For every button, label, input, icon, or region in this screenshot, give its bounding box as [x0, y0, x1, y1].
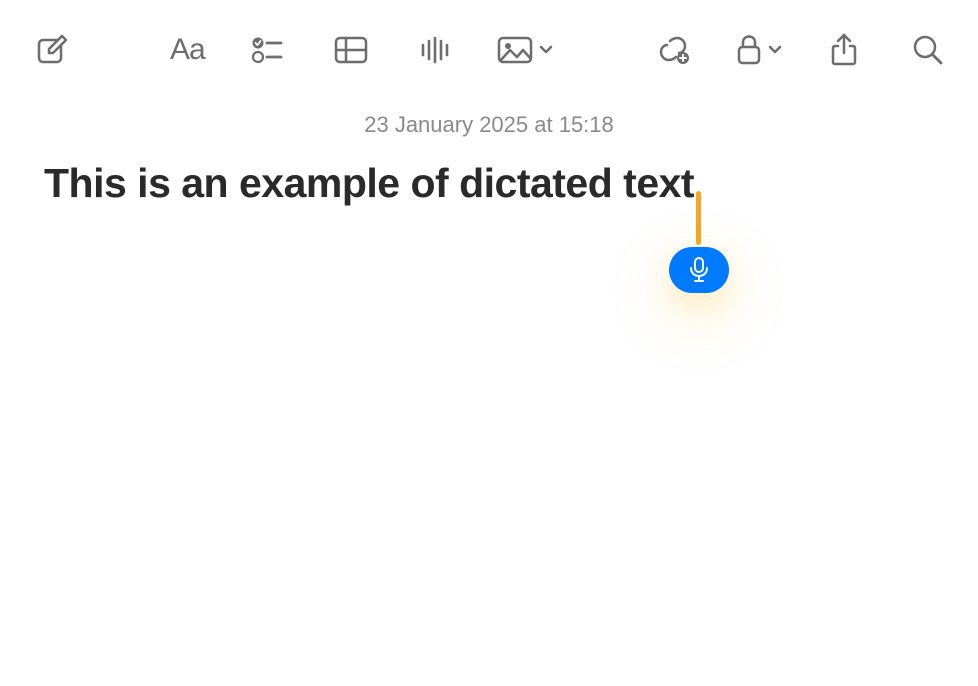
lock-button[interactable]	[736, 34, 782, 66]
audio-wave-icon	[420, 36, 450, 64]
compose-button[interactable]	[30, 28, 74, 72]
note-title[interactable]: This is an example of dictated text	[44, 160, 694, 207]
right-tools-group	[652, 28, 950, 72]
text-cursor	[696, 191, 701, 245]
link-icon	[657, 34, 691, 66]
text-format-button[interactable]: Aa	[170, 28, 205, 72]
share-button[interactable]	[822, 28, 866, 72]
checklist-button[interactable]	[245, 28, 289, 72]
text-format-icon: Aa	[170, 33, 205, 67]
chevron-down-icon	[768, 45, 782, 55]
search-button[interactable]	[906, 28, 950, 72]
note-content-area[interactable]: 23 January 2025 at 15:18 This is an exam…	[0, 100, 978, 207]
table-icon	[334, 36, 368, 64]
dictation-button[interactable]	[669, 247, 729, 293]
note-timestamp: 23 January 2025 at 15:18	[44, 112, 934, 138]
audio-button[interactable]	[413, 28, 457, 72]
compose-icon	[36, 34, 68, 66]
share-icon	[830, 33, 858, 67]
checklist-icon	[251, 34, 283, 66]
toolbar: Aa	[0, 0, 978, 100]
chevron-down-icon	[539, 45, 553, 55]
lock-icon	[736, 34, 762, 66]
note-title-text: This is an example of dictated text	[44, 160, 694, 206]
table-button[interactable]	[329, 28, 373, 72]
search-icon	[912, 34, 944, 66]
image-button[interactable]	[497, 36, 553, 64]
link-button[interactable]	[652, 28, 696, 72]
microphone-icon	[688, 256, 710, 284]
image-icon	[497, 36, 533, 64]
format-group: Aa	[170, 28, 553, 72]
